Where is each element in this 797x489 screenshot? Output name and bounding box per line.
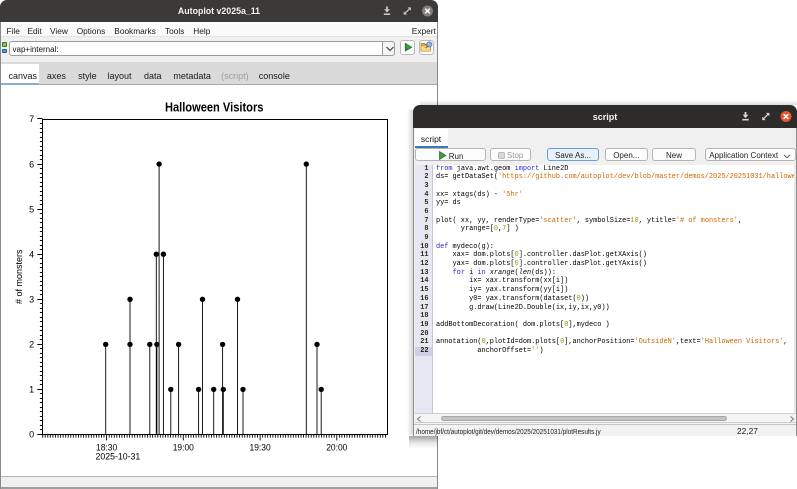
- svg-text:19:00: 19:00: [173, 443, 194, 453]
- svg-text:7: 7: [29, 114, 34, 124]
- svg-text:0: 0: [29, 430, 34, 440]
- svg-text:20:00: 20:00: [326, 443, 347, 453]
- svg-text:5: 5: [29, 204, 34, 214]
- svg-text:3: 3: [29, 295, 34, 305]
- svg-text:6: 6: [29, 159, 34, 169]
- svg-text:2025-10-31: 2025-10-31: [96, 451, 141, 461]
- svg-text:Halloween Visitors: Halloween Visitors: [165, 101, 264, 115]
- svg-text:2: 2: [29, 340, 34, 350]
- svg-text:# of monsters: # of monsters: [14, 249, 24, 304]
- svg-text:19:30: 19:30: [250, 443, 271, 453]
- svg-text:4: 4: [29, 249, 34, 259]
- svg-text:1: 1: [29, 385, 34, 395]
